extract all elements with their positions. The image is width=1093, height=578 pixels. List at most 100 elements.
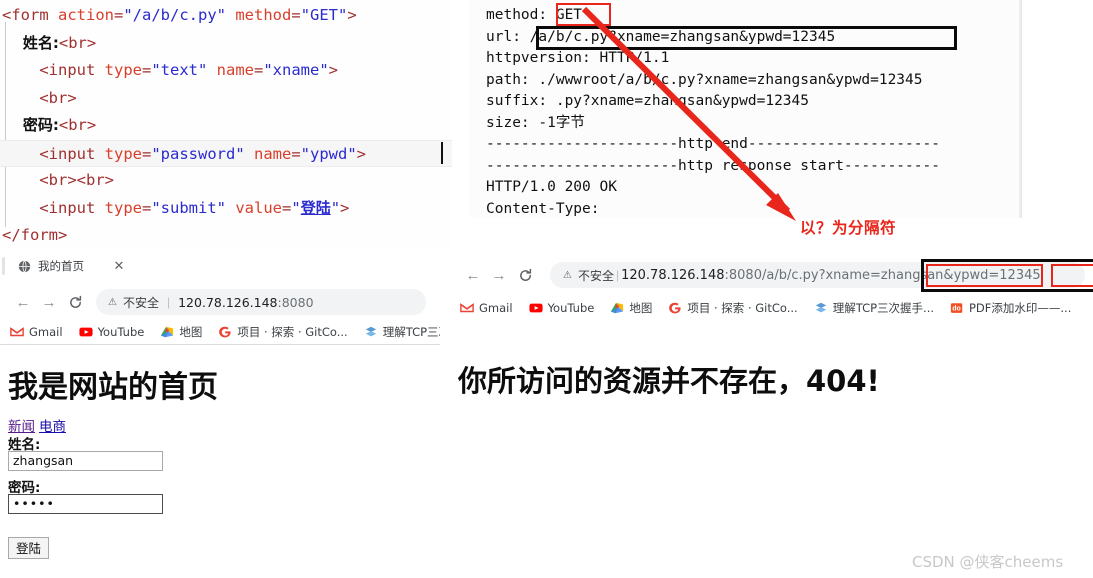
bookmark-item[interactable]: YouTube — [521, 296, 603, 320]
bookmark-label: 项目 · 探索 · GitCo... — [687, 301, 798, 315]
label-username: 姓名: — [8, 437, 41, 453]
not-secure-warning-icon-right: ⚠ — [563, 269, 572, 281]
highlight-box-param-xname — [926, 264, 1043, 287]
maps-icon — [161, 326, 174, 338]
code-line-3[interactable]: <br> — [0, 85, 452, 113]
code-token: "/a/b/c.py" — [123, 6, 226, 24]
code-token: "xname" — [263, 61, 329, 79]
reload-icon[interactable] — [62, 289, 88, 315]
globe-favicon-icon — [18, 260, 31, 272]
code-token: <input — [2, 61, 105, 79]
code-token: value — [235, 198, 282, 217]
back-icon-right[interactable]: ← — [460, 262, 486, 288]
page-links[interactable]: 新闻 电商 — [8, 415, 66, 435]
code-token: method — [235, 6, 292, 24]
back-icon[interactable]: ← — [10, 289, 36, 315]
link-shop[interactable]: 电商 — [39, 419, 66, 435]
code-token: = — [254, 61, 264, 79]
bookmarks-bar-right[interactable]: Gmail YouTube 地图 项目 · 探索 · GitCo... 理解TCP三次握… — [450, 296, 1093, 320]
csdn-icon — [365, 326, 376, 337]
bookmark-label: 理解TCP三次握手... — [382, 325, 440, 339]
tab-left-edge — [2, 257, 5, 275]
code-token: "password" — [151, 144, 245, 163]
code-token: type — [104, 198, 142, 217]
bookmark-item[interactable]: YouTube — [71, 320, 153, 344]
watermark-label: CSDN @侠客cheems — [912, 553, 1064, 571]
input-password[interactable]: ••••• — [8, 494, 163, 514]
reload-icon-right[interactable] — [512, 262, 538, 288]
code-line-8[interactable]: </form> — [0, 222, 452, 250]
code-token: 姓名: — [2, 33, 59, 52]
code-token: > — [347, 6, 357, 24]
code-token: <input — [2, 198, 105, 217]
browser-tab-home[interactable]: 我的首页 — [6, 252, 122, 280]
code-token: = — [291, 6, 301, 24]
bookmark-item[interactable]: 地图 — [602, 296, 660, 320]
code-token: > — [340, 198, 350, 217]
bookmark-item[interactable]: Gmail — [450, 296, 521, 320]
code-token: name — [254, 144, 292, 163]
code-line-6[interactable]: <br><br> — [0, 167, 452, 195]
url-port: :8080 — [277, 294, 314, 310]
browser-window-right: ← → ⚠ 不安全 | 120.78.126.148:8080/a/b/c.py… — [450, 258, 1093, 578]
bookmark-item[interactable]: 理解TCP三次握手... — [356, 320, 440, 344]
code-token: = — [291, 144, 301, 163]
bookmark-item[interactable]: do PDF添加水印——... — [942, 296, 1079, 320]
forward-icon[interactable]: → — [36, 289, 62, 315]
code-token: type — [104, 144, 142, 163]
bookmark-item[interactable]: 地图 — [152, 320, 210, 344]
code-token: <br><br> — [2, 171, 114, 189]
code-token: <br> — [2, 88, 77, 107]
bookmark-item[interactable]: 项目 · 探索 · GitCo... — [210, 320, 355, 344]
label-password: 密码: — [8, 480, 41, 496]
bookmark-label: 地图 — [629, 301, 653, 315]
bookmark-label: Gmail — [479, 301, 513, 315]
tab-close-icon[interactable]: ✕ — [112, 259, 126, 273]
address-bar-left[interactable]: ⚠ 不安全 | 120.78.126.148:8080 — [96, 289, 426, 315]
browser-window-left: 我的首页 ✕ ← → ⚠ 不安全 | 120.78.126.148:8080 G… — [0, 252, 440, 578]
code-token: = — [141, 144, 152, 163]
bookmark-item[interactable]: Gmail — [0, 320, 71, 344]
page-heading: 我是网站的首页 — [8, 370, 218, 405]
not-secure-warning-icon: ⚠ — [108, 296, 117, 308]
code-token: 密码: — [2, 116, 59, 134]
input-username[interactable]: zhangsan — [8, 451, 163, 471]
maps-icon — [611, 302, 624, 314]
bookmark-label: PDF添加水印——... — [969, 301, 1072, 315]
submit-login-button[interactable]: 登陆 — [8, 537, 50, 559]
svg-text:do: do — [952, 306, 961, 313]
code-line-7[interactable]: <input type="submit" value="登陆"> — [0, 195, 452, 223]
code-token: name — [216, 61, 254, 79]
bookmarks-bar-left[interactable]: Gmail YouTube 地图 项目 · 探索 · GitCo... 理解TCP三次握… — [0, 320, 440, 344]
omnibox-separator-right: | — [615, 268, 620, 282]
tab-title: 我的首页 — [38, 259, 84, 273]
code-line-0[interactable]: <form action="/a/b/c.py" method="GET"> — [0, 2, 452, 30]
code-token: <br> — [58, 116, 97, 134]
code-line-1[interactable]: 姓名:<br> — [0, 30, 452, 58]
code-token: "GET" — [300, 6, 348, 24]
address-bar-right[interactable]: ⚠ 不安全 | 120.78.126.148:8080/a/b/c.py?xna… — [550, 259, 1093, 292]
code-token: <form — [2, 6, 58, 24]
bookmark-item[interactable]: 项目 · 探索 · GitCo... — [660, 296, 805, 320]
forward-icon-right[interactable]: → — [486, 262, 512, 288]
code-line-4[interactable]: 密码:<br> — [0, 112, 452, 140]
code-lines[interactable]: <form action="/a/b/c.py" method="GET"> 姓… — [0, 2, 452, 250]
bookmark-label: Gmail — [29, 325, 63, 339]
browser-toolbar-left: ← → ⚠ 不安全 | 120.78.126.148:8080 — [0, 286, 440, 318]
html-source-editor[interactable]: <form action="/a/b/c.py" method="GET"> 姓… — [0, 0, 452, 250]
bookmark-item[interactable]: 理解TCP三次握手... — [806, 296, 942, 320]
security-status-label: 不安全 — [122, 295, 159, 310]
code-token: > — [328, 61, 339, 79]
youtube-icon — [79, 327, 93, 337]
code-token: "text" — [151, 61, 208, 79]
page-content-right: 你所访问的资源并不存在，404! — [450, 324, 1093, 578]
code-line-5[interactable]: <input type="password" name="ypwd"> — [0, 139, 452, 167]
code-line-2[interactable]: <input type="text" name="xname"> — [0, 57, 452, 85]
annotation-separator-note: 以？为分隔符 — [800, 219, 897, 237]
bookmark-label: 项目 · 探索 · GitCo... — [237, 325, 348, 339]
code-token: = — [141, 198, 152, 217]
